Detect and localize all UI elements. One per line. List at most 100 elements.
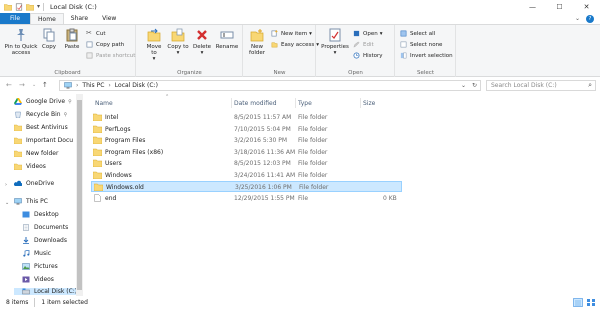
file-name: Users — [105, 160, 122, 167]
nav-item-google-drive[interactable]: Google Drive ⚲ — [14, 98, 72, 105]
paste-button[interactable]: Paste — [62, 28, 82, 50]
nav-item-music[interactable]: Music — [22, 250, 51, 257]
copy-to-button[interactable]: Copy to ▾ — [167, 28, 189, 56]
nav-item-this-pc[interactable]: This PC — [14, 198, 48, 205]
column-header-name[interactable]: Name — [95, 98, 231, 108]
table-row[interactable]: Windows.old 3/25/2016 1:06 PM File folder — [91, 181, 402, 192]
table-row[interactable]: Windows 3/24/2016 11:41 AM File folder — [87, 170, 402, 181]
move-to-button[interactable]: Move to ▾ — [143, 28, 165, 62]
refresh-icon[interactable]: ↻ — [472, 82, 477, 89]
column-header-size[interactable]: Size — [363, 98, 403, 108]
tab-file[interactable]: File — [0, 13, 31, 24]
nav-item-important-documents[interactable]: Important Docu — [14, 137, 73, 144]
large-icons-view-icon[interactable] — [586, 298, 596, 307]
table-row[interactable]: PerfLogs 7/10/2015 5:04 PM File folder — [87, 124, 402, 135]
collapse-chevron-icon[interactable]: ⌄ — [5, 200, 9, 206]
breadcrumb-local-disk[interactable]: Local Disk (C:) — [115, 82, 158, 89]
address-bar[interactable]: › This PC › Local Disk (C:) ⌄ ↻ — [59, 80, 481, 91]
table-row[interactable]: Users 8/5/2015 12:03 PM File folder — [87, 158, 402, 169]
edit-button[interactable]: Edit — [353, 41, 374, 48]
nav-pane-scrollbar[interactable] — [76, 94, 83, 296]
this-pc-icon — [64, 82, 72, 89]
address-dropdown-icon[interactable]: ⌄ — [461, 82, 466, 89]
breadcrumb-this-pc[interactable]: This PC — [82, 82, 104, 89]
documents-icon — [23, 224, 29, 231]
rename-button[interactable]: Rename — [215, 28, 239, 50]
file-type: File folder — [298, 171, 328, 179]
nav-item-onedrive[interactable]: OneDrive — [14, 180, 54, 187]
back-arrow-icon[interactable]: ← — [6, 81, 12, 89]
file-type: File folder — [298, 148, 328, 156]
nav-item-pictures[interactable]: Pictures — [22, 263, 58, 270]
table-row[interactable]: Program Files 3/2/2016 5:30 PM File folder — [87, 135, 402, 146]
new-group-label: New — [273, 70, 286, 76]
file-icon — [94, 193, 101, 202]
nav-item-recycle-bin[interactable]: Recycle Bin ⚲ — [14, 111, 67, 118]
pin-to-quick-access-button[interactable]: Pin to Quick access — [3, 28, 39, 56]
nav-item-downloads[interactable]: Downloads — [22, 237, 67, 244]
quick-access-dropdown-icon[interactable]: ▾ — [37, 3, 40, 10]
cut-button[interactable]: ✂ Cut — [86, 30, 105, 37]
file-name: PerfLogs — [105, 125, 131, 133]
recycle-bin-icon — [15, 111, 21, 118]
nav-item-videos[interactable]: Videos — [22, 276, 54, 283]
select-none-icon — [400, 41, 407, 48]
open-dropdown-icon: ▾ — [379, 30, 383, 37]
table-row[interactable]: Program Files (x86) 3/18/2016 11:36 AM Fil… — [87, 147, 402, 158]
invert-selection-button[interactable]: Invert selection — [400, 52, 453, 59]
up-arrow-icon[interactable]: ↑ — [42, 81, 48, 89]
maximize-button[interactable]: ☐ — [546, 0, 573, 13]
nav-item-documents[interactable]: Documents — [22, 224, 68, 231]
nav-item-local-disk[interactable]: Local Disk (C:) — [14, 288, 80, 295]
nav-item-desktop[interactable]: Desktop — [22, 211, 59, 218]
column-header-date-modified[interactable]: Date modified — [234, 98, 296, 108]
search-icon: ⌕ — [588, 81, 592, 89]
select-none-button[interactable]: Select none — [400, 41, 442, 48]
videos-icon — [22, 276, 30, 283]
ribbon-expand-icon[interactable]: ⌄ — [575, 15, 580, 22]
search-input[interactable]: Search Local Disk (C:) ⌕ — [486, 80, 596, 91]
tab-share[interactable]: Share — [64, 13, 95, 24]
computer-icon — [14, 198, 22, 205]
expand-chevron-icon[interactable]: › — [5, 182, 7, 188]
tab-home[interactable]: Home — [30, 13, 64, 24]
breadcrumb-separator-icon: › — [108, 82, 111, 89]
nav-item-videos-quick[interactable]: Videos — [14, 163, 46, 170]
copy-path-button[interactable]: Copy path — [86, 41, 124, 48]
new-item-icon — [271, 30, 278, 37]
history-button[interactable]: History — [353, 52, 383, 59]
nav-pane-scrollbar-thumb[interactable] — [77, 100, 82, 290]
new-item-button[interactable]: New item ▾ — [271, 30, 312, 37]
delete-button[interactable]: Delete ▾ — [192, 28, 212, 56]
music-icon — [23, 250, 30, 257]
open-button[interactable]: Open ▾ — [353, 30, 382, 37]
table-row[interactable]: end 12/29/2015 1:55 PM File 0 KB — [87, 193, 402, 204]
file-date-modified: 3/25/2016 1:06 PM — [235, 184, 292, 191]
recent-locations-icon[interactable]: ⌄ — [32, 82, 36, 88]
column-header-type[interactable]: Type — [298, 98, 360, 108]
paste-shortcut-button[interactable]: Paste shortcut — [86, 52, 135, 59]
table-row[interactable]: Intel 8/5/2015 11:57 AM File folder — [87, 112, 402, 123]
help-icon[interactable]: ? — [586, 14, 594, 23]
organize-group-label: Organize — [177, 70, 202, 76]
easy-access-button[interactable]: Easy access ▾ — [271, 41, 319, 48]
nav-item-new-folder[interactable]: New folder — [14, 150, 58, 157]
select-all-button[interactable]: Select all — [400, 30, 435, 37]
new-item-dropdown-icon: ▾ — [309, 30, 312, 37]
tab-view[interactable]: View — [95, 13, 123, 24]
paste-icon — [66, 28, 78, 42]
file-type: File folder — [299, 184, 329, 191]
nav-item-best-antivirus[interactable]: Best Antivirus — [14, 124, 68, 131]
quick-access-properties-icon[interactable] — [15, 3, 23, 11]
minimize-button[interactable]: — — [519, 0, 546, 13]
close-button[interactable]: ✕ — [573, 0, 600, 13]
new-folder-button[interactable]: New folder — [246, 28, 268, 56]
pin-icon — [17, 29, 25, 41]
file-date-modified: 8/5/2015 12:03 PM — [234, 160, 291, 167]
properties-button[interactable]: Properties ▾ — [321, 28, 349, 56]
copy-button[interactable]: Copy — [40, 28, 58, 50]
open-group: Properties ▾ Open ▾ Edit History Open — [317, 25, 395, 77]
quick-access-new-folder-icon[interactable] — [26, 3, 34, 11]
forward-arrow-icon[interactable]: → — [19, 81, 25, 89]
details-view-icon[interactable] — [573, 298, 583, 307]
